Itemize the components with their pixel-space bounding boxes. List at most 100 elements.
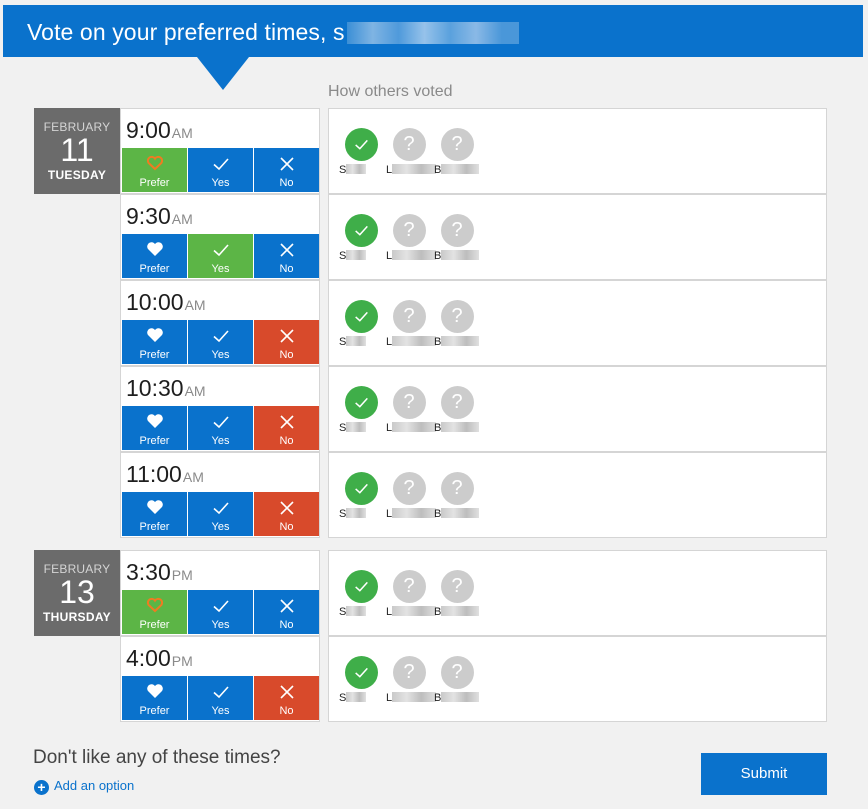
no-label: No bbox=[279, 263, 294, 275]
voter-initial: B bbox=[434, 606, 442, 618]
voter-avatar: ? bbox=[392, 656, 426, 689]
others-votes-card: S? L? B bbox=[328, 108, 827, 194]
redacted-name bbox=[346, 508, 367, 518]
time-slot-card: 3:30PM Prefer Yes No bbox=[120, 550, 320, 636]
vote-buttons: Prefer Yes No bbox=[122, 234, 319, 278]
no-button[interactable]: No bbox=[254, 148, 319, 192]
add-option-link[interactable]: + Add an option bbox=[34, 778, 134, 795]
voter-name: B bbox=[434, 508, 480, 520]
voter-name: L bbox=[386, 606, 437, 618]
submit-button[interactable]: Submit bbox=[701, 753, 827, 795]
no-button[interactable]: No bbox=[254, 590, 319, 634]
voter-initial: B bbox=[434, 164, 442, 176]
redacted-name bbox=[346, 22, 519, 44]
redacted-name bbox=[346, 692, 367, 702]
voter-avatar: ? bbox=[392, 386, 426, 419]
slot-ampm: PM bbox=[171, 653, 193, 669]
no-label: No bbox=[279, 177, 294, 189]
vote-buttons: Prefer Yes No bbox=[122, 406, 319, 450]
voter-initial: S bbox=[339, 692, 347, 704]
date-weekday: TUESDAY bbox=[47, 168, 107, 182]
voter-avatar: ? bbox=[440, 570, 474, 603]
voter-name: L bbox=[386, 336, 437, 348]
vote-buttons: Prefer Yes No bbox=[122, 148, 319, 192]
unknown-vote-icon: ? bbox=[392, 386, 426, 419]
no-button[interactable]: No bbox=[254, 492, 319, 536]
unknown-vote-icon: ? bbox=[440, 386, 474, 419]
yes-label: Yes bbox=[211, 349, 230, 361]
prefer-button[interactable]: Prefer bbox=[122, 320, 187, 364]
others-voted-heading: How others voted bbox=[328, 83, 453, 100]
redacted-name bbox=[392, 692, 437, 702]
voter-name: B bbox=[434, 164, 480, 176]
redacted-name bbox=[441, 606, 480, 616]
others-votes-card: S? L? B bbox=[328, 636, 827, 722]
slot-ampm: AM bbox=[171, 125, 193, 141]
voted-yes-icon bbox=[344, 214, 378, 247]
voter-avatar bbox=[344, 386, 378, 419]
yes-button[interactable]: Yes bbox=[188, 492, 253, 536]
voter-name: S bbox=[339, 164, 367, 176]
others-votes-card: S? L? B bbox=[328, 452, 827, 538]
prefer-button[interactable]: Prefer bbox=[122, 492, 187, 536]
prefer-button[interactable]: Prefer bbox=[122, 234, 187, 278]
vote-buttons: Prefer Yes No bbox=[122, 676, 319, 720]
no-label: No bbox=[279, 521, 294, 533]
voted-yes-icon bbox=[344, 386, 378, 419]
vote-buttons: Prefer Yes No bbox=[122, 492, 319, 536]
voter-name: B bbox=[434, 422, 480, 434]
yes-label: Yes bbox=[211, 521, 230, 533]
unknown-vote-icon: ? bbox=[392, 570, 426, 603]
slot-time-value: 10:30 bbox=[126, 375, 184, 401]
redacted-name bbox=[392, 508, 437, 518]
no-button[interactable]: No bbox=[254, 234, 319, 278]
voter-name: L bbox=[386, 250, 437, 262]
no-button[interactable]: No bbox=[254, 676, 319, 720]
prefer-label: Prefer bbox=[139, 177, 170, 189]
voter-avatar: ? bbox=[440, 472, 474, 505]
yes-label: Yes bbox=[211, 263, 230, 275]
prefer-button[interactable]: Prefer bbox=[122, 590, 187, 634]
no-times-question: Don't like any of these times? bbox=[33, 747, 281, 768]
voter-initial: B bbox=[434, 508, 442, 520]
voter-avatar: ? bbox=[440, 656, 474, 689]
others-votes-card: S? L? B bbox=[328, 550, 827, 636]
header-bar: Vote on your preferred times, s bbox=[3, 5, 863, 57]
unknown-vote-icon: ? bbox=[440, 214, 474, 247]
slot-time: 10:30AM bbox=[126, 375, 206, 402]
voter-name: S bbox=[339, 422, 367, 434]
voter-name: B bbox=[434, 692, 480, 704]
yes-button[interactable]: Yes bbox=[188, 234, 253, 278]
slot-time-value: 9:00 bbox=[126, 117, 171, 143]
prefer-button[interactable]: Prefer bbox=[122, 148, 187, 192]
redacted-name bbox=[441, 692, 480, 702]
slot-time: 3:30PM bbox=[126, 559, 193, 586]
voter-avatar: ? bbox=[392, 472, 426, 505]
unknown-vote-icon: ? bbox=[392, 472, 426, 505]
redacted-name bbox=[392, 250, 437, 260]
yes-button[interactable]: Yes bbox=[188, 406, 253, 450]
no-label: No bbox=[279, 435, 294, 447]
time-slot-card: 11:00AM Prefer Yes No bbox=[120, 452, 320, 538]
voter-name: B bbox=[434, 606, 480, 618]
voter-avatar: ? bbox=[440, 386, 474, 419]
no-button[interactable]: No bbox=[254, 320, 319, 364]
voter-name: B bbox=[434, 250, 480, 262]
voted-yes-icon bbox=[344, 128, 378, 161]
yes-button[interactable]: Yes bbox=[188, 590, 253, 634]
prefer-button[interactable]: Prefer bbox=[122, 406, 187, 450]
yes-button[interactable]: Yes bbox=[188, 148, 253, 192]
voter-avatar bbox=[344, 472, 378, 505]
yes-button[interactable]: Yes bbox=[188, 676, 253, 720]
slot-time-value: 9:30 bbox=[126, 203, 171, 229]
yes-button[interactable]: Yes bbox=[188, 320, 253, 364]
time-slot-card: 9:00AM Prefer Yes No bbox=[120, 108, 320, 194]
voter-avatar: ? bbox=[440, 300, 474, 333]
prefer-button[interactable]: Prefer bbox=[122, 676, 187, 720]
slot-ampm: AM bbox=[171, 211, 193, 227]
voter-initial: S bbox=[339, 164, 347, 176]
voter-avatar: ? bbox=[392, 214, 426, 247]
date-block: FEBRUARY 11 TUESDAY bbox=[34, 108, 120, 194]
no-button[interactable]: No bbox=[254, 406, 319, 450]
prefer-label: Prefer bbox=[139, 349, 170, 361]
